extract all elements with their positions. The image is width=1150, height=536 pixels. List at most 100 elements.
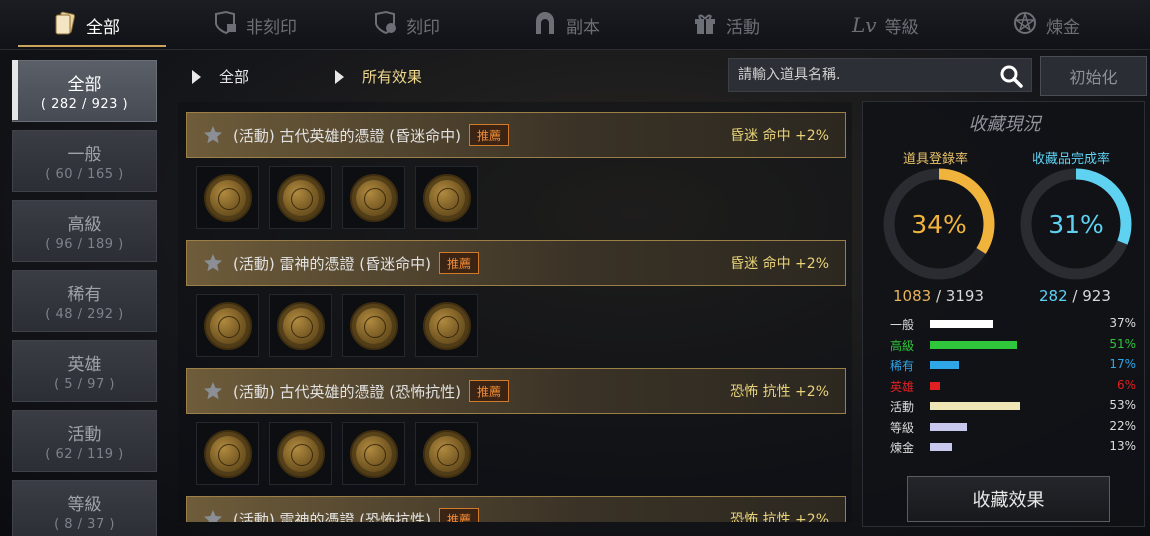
- category-rare[interactable]: 稀有 ( 48 / 292 ): [12, 270, 157, 332]
- rarity-percent: 6%: [1116, 377, 1136, 392]
- star-favorite-icon[interactable]: [203, 381, 223, 401]
- tab-label: 煉金: [1046, 17, 1080, 38]
- tab-engraved[interactable]: 刻印: [372, 0, 440, 50]
- rarity-percent: 51%: [1109, 336, 1136, 351]
- category-count: ( 282 / 923 ): [40, 97, 129, 112]
- item-slot[interactable]: [196, 294, 259, 357]
- item-rate-percent: 34%: [911, 210, 967, 239]
- item-slot[interactable]: [269, 422, 332, 485]
- item-slot[interactable]: [196, 422, 259, 485]
- collection-entry-header[interactable]: (活動) 古代英雄的憑證 (恐怖抗性) 推薦 恐怖 抗性 +2%: [186, 368, 846, 414]
- category-name: 一般: [67, 145, 102, 165]
- coin-token-icon: [203, 173, 252, 222]
- filter-effect-dropdown[interactable]: 所有效果: [335, 66, 422, 87]
- category-advanced[interactable]: 高級 ( 96 / 189 ): [12, 200, 157, 262]
- filter-category-label: 全部: [219, 68, 250, 86]
- collection-entry: (活動) 雷神的憑證 (昏迷命中) 推薦 昏迷 命中 +2%: [186, 240, 846, 357]
- category-event[interactable]: 活動 ( 62 / 119 ): [12, 410, 157, 472]
- item-slot[interactable]: [196, 166, 259, 229]
- rarity-bar: [930, 340, 1017, 349]
- coin-token-icon: [349, 173, 398, 222]
- item-rate-label: 道具登錄率: [903, 152, 969, 167]
- alchemy-pentagram-icon: [1012, 10, 1038, 41]
- category-all[interactable]: 全部 ( 282 / 923 ): [12, 60, 157, 122]
- item-slot[interactable]: [415, 422, 478, 485]
- collection-entry-header[interactable]: (活動) 雷神的憑證 (昏迷命中) 推薦 昏迷 命中 +2%: [186, 240, 846, 286]
- collection-entry-effect: 昏迷 命中 +2%: [730, 256, 829, 272]
- complete-rate-total: / 923: [1072, 287, 1111, 305]
- collection-entry-header[interactable]: (活動) 古代英雄的憑證 (昏迷命中) 推薦 昏迷 命中 +2%: [186, 112, 846, 158]
- collection-entry-title: (活動) 雷神的憑證 (恐怖抗性): [233, 510, 431, 523]
- item-slot-row: [196, 422, 846, 485]
- item-slot[interactable]: [342, 294, 405, 357]
- active-category-marker: [12, 60, 18, 120]
- rarity-name: 一般: [890, 318, 915, 332]
- reset-button[interactable]: 初始化: [1040, 56, 1147, 96]
- collection-entry-title: (活動) 古代英雄的憑證 (昏迷命中): [233, 126, 461, 145]
- coin-token-icon: [349, 429, 398, 478]
- item-slot[interactable]: [415, 294, 478, 357]
- rarity-row: 高級 51%: [890, 336, 1140, 354]
- rarity-bar: [930, 320, 993, 328]
- rarity-name: 活動: [890, 400, 915, 414]
- collection-entry-effect: 恐怖 抗性 +2%: [730, 512, 829, 522]
- star-favorite-icon[interactable]: [203, 125, 223, 145]
- collection-effect-button[interactable]: 收藏效果: [907, 476, 1110, 522]
- category-name: 等級: [67, 495, 102, 515]
- category-name: 全部: [67, 75, 102, 95]
- tab-alchemy[interactable]: 煉金: [1012, 0, 1080, 50]
- collection-entry-header[interactable]: (活動) 雷神的憑證 (恐怖抗性) 推薦 恐怖 抗性 +2%: [186, 496, 846, 522]
- tab-dungeon[interactable]: 副本: [532, 0, 600, 50]
- tab-event[interactable]: 活動: [692, 0, 760, 50]
- filter-category-dropdown[interactable]: 全部: [192, 66, 249, 87]
- collection-entry: (活動) 雷神的憑證 (恐怖抗性) 推薦 恐怖 抗性 +2%: [186, 496, 846, 522]
- tab-level[interactable]: Lv 等級: [852, 0, 919, 50]
- tab-label: 副本: [566, 17, 600, 38]
- star-favorite-icon[interactable]: [203, 253, 223, 273]
- rarity-row: 一般 37%: [890, 315, 1140, 333]
- rarity-bar: [930, 443, 952, 451]
- collection-entry-effect: 昏迷 命中 +2%: [730, 128, 829, 144]
- tab-label: 全部: [86, 17, 120, 38]
- rarity-name: 高級: [890, 338, 915, 353]
- category-count: ( 62 / 119 ): [45, 447, 124, 462]
- shield-engrave-icon: [372, 10, 398, 41]
- category-tab-bar: 全部 非刻印 刻印 副本 活動 Lv 等級 煉金: [0, 0, 1150, 50]
- shield-lock-icon: [212, 10, 238, 41]
- rarity-name: 煉金: [890, 441, 915, 455]
- item-rate-current: 1083: [893, 287, 932, 305]
- star-favorite-icon[interactable]: [203, 509, 223, 522]
- tab-all[interactable]: 全部: [52, 0, 120, 50]
- rarity-name: 等級: [890, 420, 915, 435]
- item-slot[interactable]: [269, 166, 332, 229]
- search-box: [728, 58, 1032, 92]
- panel-title: 收藏現況: [968, 114, 1041, 135]
- item-slot[interactable]: [342, 166, 405, 229]
- category-level[interactable]: 等級 ( 8 / 37 ): [12, 480, 157, 536]
- rarity-percent: 37%: [1109, 316, 1136, 330]
- play-arrow-icon: [192, 69, 201, 84]
- rarity-row: 煉金 13%: [890, 438, 1140, 456]
- collection-entry: (活動) 古代英雄的憑證 (恐怖抗性) 推薦 恐怖 抗性 +2%: [186, 368, 846, 485]
- category-hero[interactable]: 英雄 ( 5 / 97 ): [12, 340, 157, 402]
- recommended-badge: 推薦: [438, 508, 479, 522]
- rarity-percent: 22%: [1109, 418, 1136, 433]
- category-normal[interactable]: 一般 ( 60 / 165 ): [12, 130, 157, 192]
- category-count: ( 60 / 165 ): [45, 167, 124, 182]
- item-slot-row: [196, 166, 846, 229]
- item-slot[interactable]: [415, 166, 478, 229]
- coin-token-icon: [276, 301, 325, 350]
- rarity-name: 英雄: [890, 379, 915, 394]
- dungeon-gate-icon: [532, 10, 558, 41]
- search-icon[interactable]: [999, 64, 1023, 88]
- filter-effect-label: 所有效果: [362, 68, 423, 86]
- item-slot[interactable]: [269, 294, 332, 357]
- collection-list[interactable]: (活動) 古代英雄的憑證 (昏迷命中) 推薦 昏迷 命中 +2% (活動) 雷神…: [178, 102, 852, 522]
- coin-token-icon: [203, 429, 252, 478]
- tab-non-engraved[interactable]: 非刻印: [212, 0, 297, 50]
- collection-status-panel: 收藏現況 道具登錄率 34% 1083 / 3193 收藏品完成率 31% 28…: [862, 101, 1145, 527]
- coin-token-icon: [422, 173, 471, 222]
- item-slot[interactable]: [342, 422, 405, 485]
- coin-token-icon: [422, 429, 471, 478]
- search-input[interactable]: [729, 59, 994, 91]
